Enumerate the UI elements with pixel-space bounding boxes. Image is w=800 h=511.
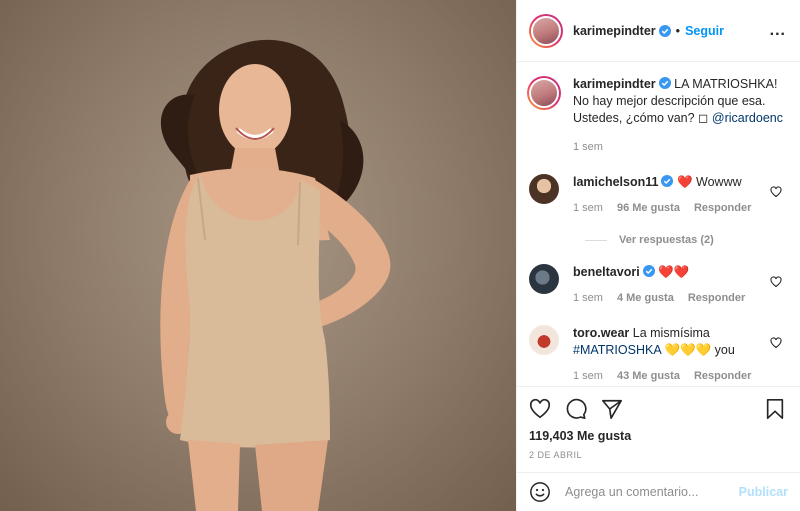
- emoji-icon[interactable]: [529, 481, 551, 503]
- comment-text: La mismísima: [632, 326, 710, 340]
- comment-item: beneltavori ❤️❤️ 1 sem 4 Me gusta Respon…: [529, 264, 786, 307]
- caption: karimepindter LA MATRIOSHKA! No hay mejo…: [527, 76, 786, 156]
- verified-badge-icon: [661, 175, 674, 187]
- post-date[interactable]: 2 DE ABRIL: [529, 450, 786, 460]
- comment-likes[interactable]: 96 Me gusta: [617, 200, 680, 217]
- post-photo[interactable]: [0, 0, 516, 511]
- heart-icon[interactable]: [529, 398, 551, 420]
- comment-username[interactable]: lamichelson11: [573, 175, 658, 189]
- caption-mention-link[interactable]: @ricardoenc: [712, 111, 783, 125]
- commenter-avatar[interactable]: [529, 325, 559, 355]
- commenter-avatar[interactable]: [529, 174, 559, 204]
- likes-count[interactable]: 119,403 Me gusta: [529, 429, 786, 443]
- comment-input[interactable]: [565, 485, 739, 499]
- header-separator: •: [675, 23, 681, 38]
- comments-list: karimepindter LA MATRIOSHKA! No hay mejo…: [517, 62, 800, 387]
- comment-icon[interactable]: [565, 398, 587, 420]
- heart-emoji: ❤️: [676, 175, 693, 189]
- comment-text: Wowww: [696, 175, 742, 189]
- woman-in-beige-dress-image: [160, 39, 391, 511]
- comment-username[interactable]: toro.wear: [573, 326, 629, 340]
- post-header: karimepindter • Seguir ...: [517, 0, 800, 62]
- instagram-post: karimepindter • Seguir ... karimepindter…: [0, 0, 800, 511]
- yellow-heart-emoji: 💛💛💛: [664, 343, 712, 357]
- comment-like-heart-icon[interactable]: [770, 276, 782, 288]
- bookmark-icon[interactable]: [764, 398, 786, 420]
- reply-button[interactable]: Responder: [688, 290, 745, 307]
- more-options-icon[interactable]: ...: [770, 22, 786, 40]
- heart-emoji: ❤️❤️: [658, 265, 690, 279]
- author-username[interactable]: karimepindter: [573, 24, 656, 38]
- verified-badge-icon: [642, 265, 655, 277]
- view-replies-button[interactable]: Ver respuestas (2): [585, 234, 786, 246]
- replies-divider: [585, 239, 607, 241]
- comment-time[interactable]: 1 sem: [573, 200, 603, 217]
- hashtag-link[interactable]: #MATRIOSHKA: [573, 343, 661, 357]
- reply-button[interactable]: Responder: [694, 368, 751, 385]
- post-actions: 119,403 Me gusta 2 DE ABRIL: [517, 386, 800, 472]
- view-replies-label[interactable]: Ver respuestas (2): [619, 234, 714, 246]
- publish-button[interactable]: Publicar: [739, 485, 788, 499]
- caption-avatar[interactable]: [527, 76, 561, 110]
- comment-text-after: you: [714, 343, 735, 357]
- comment-like-heart-icon[interactable]: [770, 186, 782, 198]
- verified-badge-icon: [658, 77, 671, 89]
- comment-item: lamichelson11 ❤️ Wowww 1 sem 96 Me gusta…: [529, 174, 786, 217]
- comment-like-heart-icon[interactable]: [770, 337, 782, 349]
- comment-time[interactable]: 1 sem: [573, 368, 603, 385]
- comment-username[interactable]: beneltavori: [573, 265, 640, 279]
- caption-time[interactable]: 1 sem: [573, 139, 603, 156]
- comment-time[interactable]: 1 sem: [573, 290, 603, 307]
- comment-likes[interactable]: 43 Me gusta: [617, 368, 680, 385]
- share-icon[interactable]: [601, 398, 623, 420]
- reply-button[interactable]: Responder: [694, 200, 751, 217]
- follow-button[interactable]: Seguir: [685, 24, 724, 38]
- add-comment-bar: Publicar: [517, 472, 800, 511]
- comment-item: toro.wear La mismísima #MATRIOSHKA 💛💛💛 y…: [529, 325, 786, 385]
- commenter-avatar[interactable]: [529, 264, 559, 294]
- author-avatar[interactable]: [529, 13, 563, 48]
- caption-username[interactable]: karimepindter: [573, 77, 656, 91]
- verified-badge-icon: [658, 24, 671, 37]
- comment-likes[interactable]: 4 Me gusta: [617, 290, 674, 307]
- post-sidebar: karimepindter • Seguir ... karimepindter…: [516, 0, 800, 511]
